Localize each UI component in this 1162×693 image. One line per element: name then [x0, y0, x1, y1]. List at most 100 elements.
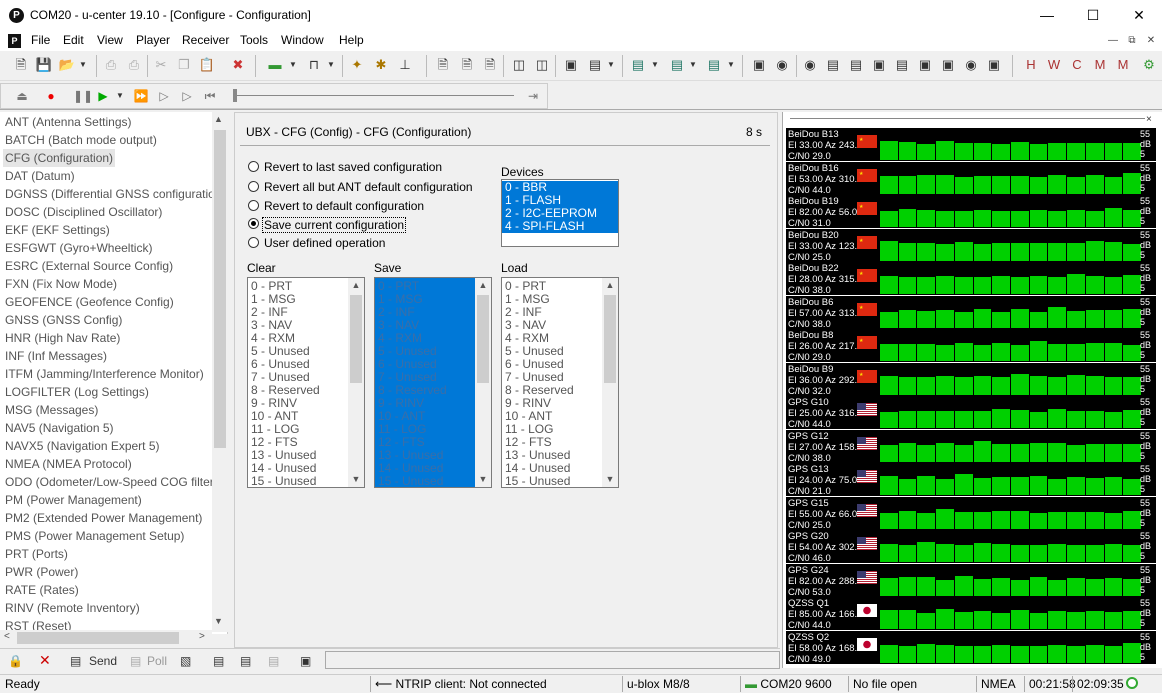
mdi-minimize-icon[interactable]: —	[1105, 34, 1121, 48]
mdi-close-icon[interactable]: ✕	[1143, 34, 1159, 48]
message-tree-item[interactable]: DAT (Datum)	[5, 167, 75, 185]
step-forward-icon[interactable]: ▷	[156, 88, 172, 104]
binary-console-icon[interactable]: ◫	[533, 56, 551, 74]
delete-icon[interactable]: ✕	[39, 652, 51, 669]
menu-tools[interactable]: Tools	[240, 33, 268, 47]
radio-save-current[interactable]	[248, 218, 259, 229]
scroll-down-icon[interactable]: ▼	[478, 474, 488, 484]
message-tree-item[interactable]: PM2 (Extended Power Management)	[5, 509, 202, 527]
menu-window[interactable]: Window	[281, 33, 324, 47]
scroll-up-icon[interactable]: ▲	[605, 280, 615, 290]
cut-icon[interactable]: ✂	[152, 56, 170, 74]
statistics-plus-icon[interactable]: M	[1114, 56, 1132, 74]
chevron-down-icon[interactable]: ▼	[78, 56, 88, 74]
maximize-button[interactable]: ☐	[1070, 0, 1116, 30]
signal-view-icon[interactable]: ▤	[847, 56, 865, 74]
command-input[interactable]	[325, 651, 780, 669]
message-tree-item[interactable]: ITFM (Jamming/Interference Monitor)	[5, 365, 204, 383]
list-vscroll-thumb[interactable]	[350, 295, 362, 383]
message-tree-item[interactable]: NAV5 (Navigation 5)	[5, 419, 114, 437]
radio-label[interactable]: Revert all but ANT default configuration	[264, 180, 473, 194]
statistics-c-icon[interactable]: C	[1068, 56, 1086, 74]
chevron-down-icon[interactable]: ▼	[288, 56, 298, 74]
save-file-icon[interactable]: ▤	[268, 654, 279, 668]
radio-label[interactable]: Revert to default configuration	[264, 199, 424, 213]
message-tree-item[interactable]: INF (Inf Messages)	[5, 347, 107, 365]
save-list[interactable]: 0 - PRT 1 - MSG 2 - INF 3 - NAV 4 - RXM 5 - U…	[374, 277, 492, 488]
radio-label[interactable]: Save current configuration	[262, 217, 407, 233]
save-icon[interactable]: 💾	[35, 56, 53, 74]
statistics-h-icon[interactable]: H	[1022, 56, 1040, 74]
message-tree-item[interactable]: HNR (High Nav Rate)	[5, 329, 120, 347]
clear-icon[interactable]: ✖	[229, 56, 247, 74]
message-tree-item[interactable]: ODO (Odometer/Low-Speed COG filter)	[5, 473, 218, 491]
navigation-view-icon[interactable]: ▣	[939, 56, 957, 74]
message-tree-item[interactable]: ESRC (External Source Config)	[5, 257, 173, 275]
section-item[interactable]: 15 - Unused	[251, 475, 316, 488]
minimize-button[interactable]: —	[1024, 0, 1070, 30]
message-tree-item[interactable]: PMS (Power Management Setup)	[5, 527, 184, 545]
antenna-icon[interactable]: ⊥	[396, 56, 414, 74]
message-tree-vscroll-thumb[interactable]	[214, 130, 226, 448]
message-tree-item[interactable]: NMEA (NMEA Protocol)	[5, 455, 132, 473]
message-tree-item[interactable]: NAVX5 (Navigation Expert 5)	[5, 437, 160, 455]
play-icon[interactable]: ▶	[95, 88, 111, 104]
scroll-down-icon[interactable]: ▼	[214, 616, 223, 626]
scroll-down-icon[interactable]: ▼	[605, 474, 615, 484]
section-item[interactable]: 15 - Unused	[378, 475, 443, 488]
table-view-icon[interactable]: ▤	[893, 56, 911, 74]
poll-button[interactable]: Poll	[147, 654, 167, 668]
playback-slider-thumb[interactable]	[233, 89, 237, 102]
deviation-map-icon[interactable]: ▣	[750, 56, 768, 74]
open-folder-icon[interactable]: 📂	[58, 56, 76, 74]
menu-help[interactable]: Help	[339, 33, 364, 47]
message-tree-item[interactable]: GNSS (GNSS Config)	[5, 311, 122, 329]
radio-revert-all-but-ant[interactable]	[248, 181, 259, 192]
list-vscroll-thumb[interactable]	[477, 295, 489, 383]
copy-icon[interactable]: ▤	[213, 654, 224, 668]
auto-icon[interactable]: ▧	[180, 654, 191, 668]
docking-icon[interactable]: 🗎	[481, 56, 499, 74]
rewind-icon[interactable]: ⏮	[202, 88, 218, 104]
chevron-down-icon[interactable]: ▼	[606, 56, 616, 74]
scroll-up-icon[interactable]: ▲	[214, 114, 223, 124]
load-list[interactable]: 0 - PRT 1 - MSG 2 - INF 3 - NAV 4 - RXM 5 - U…	[501, 277, 619, 488]
histogram-view-icon[interactable]: ▤	[705, 56, 723, 74]
radio-revert-saved[interactable]	[248, 161, 259, 172]
satellite-view-icon[interactable]: ▣	[870, 56, 888, 74]
send-button[interactable]: Send	[89, 654, 117, 668]
lock-icon[interactable]: 🔒	[8, 654, 23, 668]
new-file-icon[interactable]: 🗎	[12, 56, 30, 74]
close-view-icon[interactable]: ×	[1146, 114, 1152, 125]
data-view-icon[interactable]: ▤	[824, 56, 842, 74]
chevron-down-icon[interactable]: ▼	[650, 56, 660, 74]
scroll-up-icon[interactable]: ▲	[351, 280, 361, 290]
sky-plot-icon[interactable]: ▣	[916, 56, 934, 74]
record-icon[interactable]: ●	[43, 88, 59, 104]
chevron-down-icon[interactable]: ▼	[688, 56, 698, 74]
mdi-child-icon[interactable]: P	[8, 34, 21, 48]
statistics-w-icon[interactable]: W	[1045, 56, 1063, 74]
text-console-icon[interactable]: ▣	[562, 56, 580, 74]
scroll-up-icon[interactable]: ▲	[478, 280, 488, 290]
chevron-down-icon[interactable]: ▼	[326, 56, 336, 74]
device-item[interactable]: 4 - SPI-FLASH	[502, 220, 618, 233]
mdi-restore-icon[interactable]: ⧉	[1124, 34, 1140, 48]
step-icon[interactable]: ▷	[179, 88, 195, 104]
chevron-down-icon[interactable]: ▼	[115, 88, 125, 104]
message-tree-item[interactable]: DGNSS (Differential GNSS configuration	[5, 185, 222, 203]
paste-icon[interactable]: 📋	[198, 56, 216, 74]
message-tree-item[interactable]: PM (Power Management)	[5, 491, 142, 509]
message-tree-item[interactable]: GEOFENCE (Geofence Config)	[5, 293, 174, 311]
scroll-left-icon[interactable]: <	[4, 631, 10, 642]
message-tree-hscroll-thumb[interactable]	[17, 632, 179, 644]
message-tree-item[interactable]: ANT (Antenna Settings)	[5, 113, 132, 131]
autobauding-icon[interactable]: ✦	[348, 56, 366, 74]
debug-icon[interactable]: ✱	[372, 56, 390, 74]
packet-console-icon[interactable]: ◫	[510, 56, 528, 74]
docking-icon[interactable]: 🗎	[458, 56, 476, 74]
fast-forward-icon[interactable]: ⏩	[133, 88, 149, 104]
statistics-m-icon[interactable]: M	[1091, 56, 1109, 74]
close-button[interactable]: ✕	[1116, 0, 1162, 30]
print-icon[interactable]: ⎙	[102, 56, 120, 74]
